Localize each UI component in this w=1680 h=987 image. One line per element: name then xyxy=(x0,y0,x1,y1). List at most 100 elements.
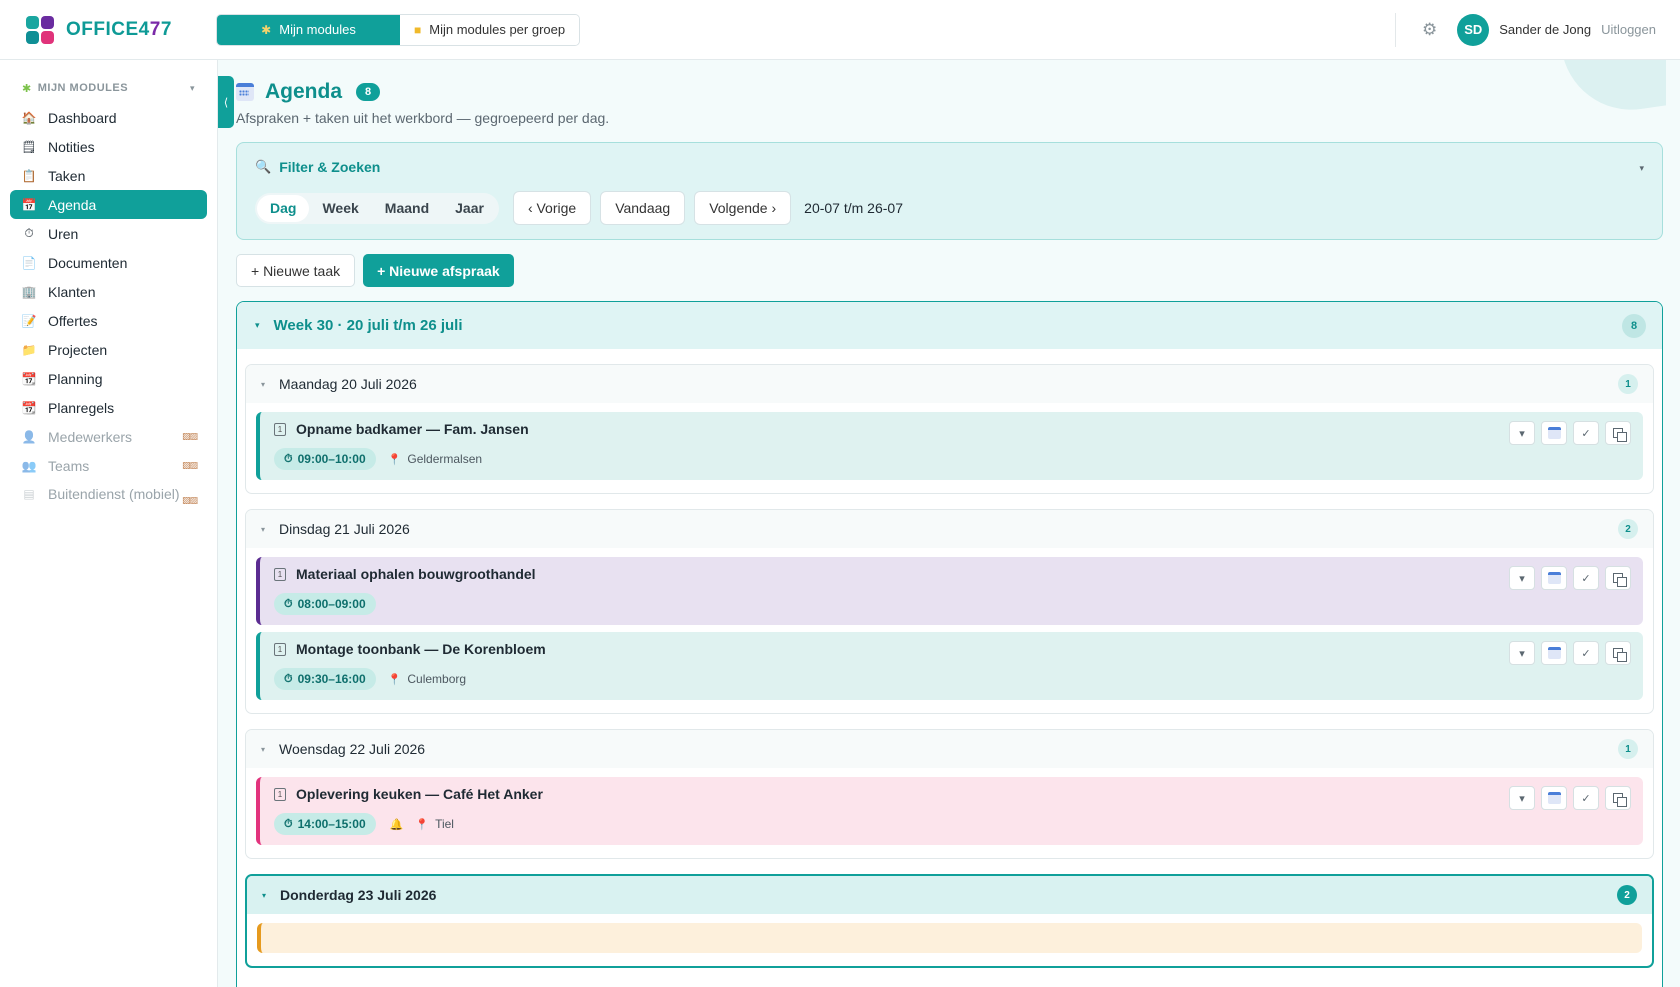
calendar-icon xyxy=(1547,647,1561,659)
task-icon: 1 xyxy=(274,567,286,581)
duplicate-button[interactable] xyxy=(1605,421,1631,445)
sidebar-item-offertes[interactable]: 📝 Offertes xyxy=(10,306,207,335)
calendar-button[interactable] xyxy=(1541,786,1567,810)
puzzle-icon: ✱ xyxy=(261,22,272,37)
sidebar-item-label: Teams xyxy=(48,457,90,474)
copy-icon xyxy=(1613,648,1627,662)
sidebar-item-label: Agenda xyxy=(48,196,97,213)
copy-icon xyxy=(1613,793,1627,807)
day-group: ▾ Donderdag 23 Juli 2026 2 xyxy=(245,874,1654,968)
check-icon: ✓ xyxy=(1581,647,1591,660)
sidebar-item-planregels[interactable]: 📆 Planregels xyxy=(10,393,207,422)
previous-button[interactable]: ‹ Vorige xyxy=(512,191,592,225)
sidebar-item-teams[interactable]: 👥 Teams ▨▨ xyxy=(10,451,207,480)
duplicate-button[interactable] xyxy=(1605,786,1631,810)
sidebar-item-label: Uren xyxy=(48,225,79,242)
module-view-tabs: ✱ Mijn modules ■ Mijn modules per groep xyxy=(216,13,581,46)
chevron-down-icon: ▾ xyxy=(255,320,260,330)
appointment-title-row: 1 Opname badkamer — Fam. Jansen xyxy=(274,421,1643,437)
sidebar-section-header[interactable]: ✱ MIJN MODULES ▾ xyxy=(0,73,217,103)
check-icon: ✓ xyxy=(1581,792,1591,805)
week-header[interactable]: ▾ Week 30 · 20 juli t/m 26 juli 8 xyxy=(237,302,1662,349)
view-jaar-button[interactable]: Jaar xyxy=(442,195,497,222)
gear-icon[interactable]: ⚙ xyxy=(1422,20,1437,40)
sidebar-item-notities[interactable]: 🗒 Notities xyxy=(10,132,207,161)
view-maand-button[interactable]: Maand xyxy=(372,195,442,222)
sidebar-item-label: Buitendienst (mobiel) xyxy=(48,486,180,502)
complete-button[interactable]: ✓ xyxy=(1573,786,1599,810)
appointment-card[interactable]: 1 Opname badkamer — Fam. Jansen ⏱ 09:00–10:… xyxy=(256,412,1643,480)
complete-button[interactable]: ✓ xyxy=(1573,421,1599,445)
clock-icon: ⏱ xyxy=(284,817,293,830)
logo[interactable]: OFFICE477 xyxy=(26,15,214,44)
sidebar-item-medewerkers[interactable]: 👤 Medewerkers ▨▨ xyxy=(10,422,207,451)
week-group: ▾ Week 30 · 20 juli t/m 26 juli 8 ▾ Maand… xyxy=(236,301,1663,987)
chevron-down-icon: ▾ xyxy=(189,82,195,93)
logout-link[interactable]: Uitloggen xyxy=(1601,22,1656,37)
day-header[interactable]: ▾ Donderdag 23 Juli 2026 2 xyxy=(247,876,1652,914)
sidebar-item-dashboard[interactable]: 🏠 Dashboard xyxy=(10,103,207,132)
folder-icon: ■ xyxy=(414,22,422,37)
view-dag-button[interactable]: Dag xyxy=(257,194,310,222)
sidebar-item-projecten[interactable]: 📁 Projecten xyxy=(10,335,207,364)
day-header[interactable]: ▾ Dinsdag 21 Juli 2026 2 xyxy=(246,510,1653,548)
appointment-card[interactable]: 1 Oplevering keuken — Café Het Anker ⏱ 14:0… xyxy=(256,777,1643,845)
sidebar-item-agenda[interactable]: 📅 Agenda xyxy=(10,190,207,219)
task-icon: 1 xyxy=(274,642,286,656)
sidebar-item-planning[interactable]: 📆 Planning xyxy=(10,364,207,393)
calendar-button[interactable] xyxy=(1541,421,1567,445)
day-header[interactable]: ▾ Maandag 20 Juli 2026 1 xyxy=(246,365,1653,403)
day-title: Dinsdag 21 Juli 2026 xyxy=(279,521,410,537)
appointment-actions: ▾ ✓ xyxy=(1503,421,1631,445)
today-button[interactable]: Vandaag xyxy=(600,191,686,225)
filter-header[interactable]: 🔍 Filter & Zoeken ▾ xyxy=(237,143,1662,175)
sidebar-item-documenten[interactable]: 📄 Documenten xyxy=(10,248,207,277)
location: 📍 Geldermalsen xyxy=(388,452,482,466)
duplicate-button[interactable] xyxy=(1605,641,1631,665)
day-header[interactable]: ▾ Woensdag 22 Juli 2026 1 xyxy=(246,730,1653,768)
expand-button[interactable]: ▾ xyxy=(1509,566,1535,590)
sidebar-item-label: Klanten xyxy=(48,283,96,300)
sidebar-collapse-toggle[interactable]: ⟨ xyxy=(218,76,234,128)
sidebar-item-klanten[interactable]: 🏢 Klanten xyxy=(10,277,207,306)
expand-button[interactable]: ▾ xyxy=(1509,421,1535,445)
appointment-card[interactable]: 1 Montage toonbank — De Korenbloem ⏱ 09:30–… xyxy=(256,632,1643,700)
view-week-button[interactable]: Week xyxy=(309,195,371,222)
sidebar-item-label: Planning xyxy=(48,370,103,387)
complete-button[interactable]: ✓ xyxy=(1573,566,1599,590)
locked-icon: ▨▨ xyxy=(181,431,198,441)
date-range-label: 20-07 t/m 26-07 xyxy=(804,200,903,216)
tab-my-modules[interactable]: ✱ Mijn modules xyxy=(217,14,400,45)
day-items xyxy=(247,914,1652,966)
puzzle-icon: ✱ xyxy=(22,82,32,95)
new-appointment-button[interactable]: + Nieuwe afspraak xyxy=(363,254,514,287)
expand-button[interactable]: ▾ xyxy=(1509,786,1535,810)
sidebar-item-label: Taken xyxy=(48,167,86,184)
day-items: 1 Oplevering keuken — Café Het Anker ⏱ 14:0… xyxy=(246,768,1653,858)
duplicate-button[interactable] xyxy=(1605,566,1631,590)
calendar-button[interactable] xyxy=(1541,566,1567,590)
sidebar-item-taken[interactable]: 📋 Taken xyxy=(10,161,207,190)
avatar[interactable]: SD xyxy=(1457,13,1490,46)
logo-mark-icon xyxy=(26,15,54,44)
tab-modules-per-group[interactable]: ■ Mijn modules per groep xyxy=(400,14,580,45)
new-task-button[interactable]: + Nieuwe taak xyxy=(236,254,356,287)
calendar-button[interactable] xyxy=(1541,641,1567,665)
chevron-down-icon: ▾ xyxy=(1519,572,1525,585)
sidebar-item-uren[interactable]: ⏱ Uren xyxy=(10,219,207,248)
pin-icon: 📍 xyxy=(387,673,402,686)
calendar-icon: 📅 xyxy=(21,197,37,212)
expand-button[interactable]: ▾ xyxy=(1509,641,1535,665)
divider xyxy=(1395,12,1397,47)
person-icon: 👤 xyxy=(21,429,37,444)
appointment-card[interactable]: 1 Materiaal ophalen bouwgroothandel ⏱ 08:00… xyxy=(256,557,1643,625)
folder-icon: 📁 xyxy=(21,342,37,357)
sidebar-item-buitendienst-mobiel[interactable]: ▤ Buitendienst (mobiel) ▨▨ xyxy=(10,480,207,522)
building-icon: 🏢 xyxy=(21,284,37,299)
sidebar: ✱ MIJN MODULES ▾ 🏠 Dashboard 🗒 Notities 📋 Tak… xyxy=(0,60,218,987)
appointment-meta: ⏱ 14:00–15:00 🔔 📍 Tiel xyxy=(274,813,1643,835)
location: 📍 Culemborg xyxy=(388,672,466,686)
next-button[interactable]: Volgende › xyxy=(694,191,792,225)
appointment-card[interactable] xyxy=(257,923,1642,953)
complete-button[interactable]: ✓ xyxy=(1573,641,1599,665)
